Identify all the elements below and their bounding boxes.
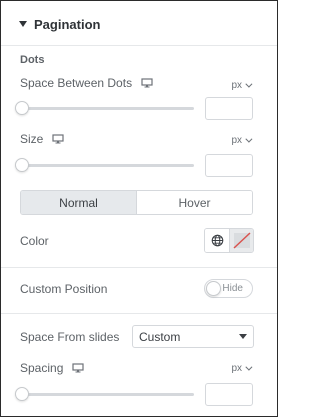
chevron-down-icon	[245, 135, 253, 143]
space-between-dots-slider[interactable]	[15, 101, 194, 115]
size-unit[interactable]: px	[231, 135, 253, 146]
space-from-slides-label: Space From slides	[20, 330, 120, 344]
space-between-dots-label-text: Space Between Dots	[20, 76, 133, 90]
dots-heading: Dots	[20, 54, 45, 66]
unit-label: px	[231, 80, 242, 91]
section-header[interactable]: Pagination	[19, 15, 100, 33]
divider	[1, 267, 277, 268]
spacing-input[interactable]	[205, 383, 253, 406]
desktop-responsive-icon[interactable]	[72, 363, 84, 373]
spacing-label-text: Spacing	[20, 361, 64, 375]
unit-label: px	[231, 135, 242, 146]
chevron-down-icon	[245, 363, 253, 371]
space-between-dots-label: Space Between Dots	[20, 76, 153, 90]
size-input[interactable]	[205, 154, 253, 177]
no-color-swatch-icon[interactable]	[230, 229, 253, 252]
custom-position-label: Custom Position	[20, 282, 108, 296]
custom-position-toggle[interactable]: Hide	[204, 279, 253, 298]
caret-down-icon	[19, 21, 27, 27]
color-control	[204, 228, 254, 253]
size-label-text: Size	[20, 132, 44, 146]
tab-normal[interactable]: Normal	[21, 191, 137, 214]
slider-handle[interactable]	[15, 387, 29, 401]
section-title: Pagination	[34, 16, 101, 32]
toggle-label: Hide	[222, 283, 243, 294]
toggle-knob	[206, 281, 221, 296]
pagination-panel: Pagination Dots Space Between Dots px Si…	[0, 0, 278, 417]
spacing-unit[interactable]: px	[231, 363, 253, 374]
space-between-dots-input[interactable]	[205, 97, 253, 120]
select-value: Custom	[139, 329, 181, 344]
desktop-responsive-icon[interactable]	[141, 78, 153, 88]
slider-handle[interactable]	[15, 101, 29, 115]
dropdown-arrow-icon	[239, 334, 247, 339]
slider-handle[interactable]	[15, 158, 29, 172]
slider-track	[20, 164, 194, 167]
globe-icon[interactable]	[205, 229, 230, 252]
size-label: Size	[20, 132, 64, 146]
divider	[1, 313, 277, 314]
tab-hover[interactable]: Hover	[137, 191, 252, 214]
spacing-slider[interactable]	[15, 387, 194, 401]
unit-label: px	[231, 363, 242, 374]
desktop-responsive-icon[interactable]	[52, 134, 64, 144]
space-from-slides-select[interactable]: Custom	[132, 325, 254, 348]
chevron-down-icon	[245, 80, 253, 88]
color-label: Color	[20, 234, 49, 248]
state-tabs: Normal Hover	[20, 190, 253, 215]
divider	[1, 45, 277, 46]
spacing-label: Spacing	[20, 361, 84, 375]
slider-track	[20, 107, 194, 110]
space-between-dots-unit[interactable]: px	[231, 80, 253, 91]
size-slider[interactable]	[15, 158, 194, 172]
slider-track	[20, 393, 194, 396]
